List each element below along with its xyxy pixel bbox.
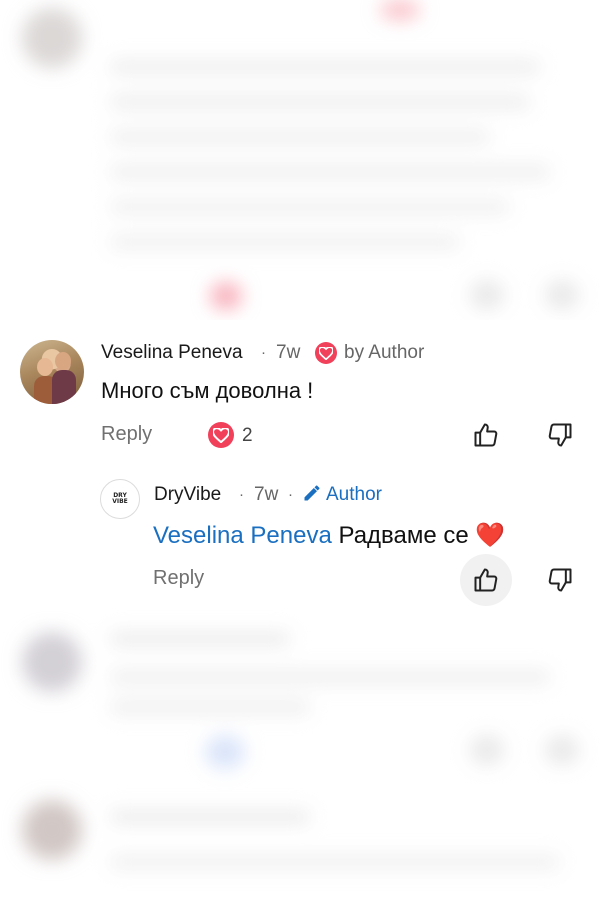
thumbs-up-icon[interactable]: [468, 562, 504, 598]
comment-author[interactable]: Veselina Peneva: [101, 342, 243, 364]
comment-item: Veselina Peneva · 7w by Author Много съм…: [0, 320, 600, 470]
loved-by-author-label: by Author: [344, 342, 425, 363]
reply-button[interactable]: Reply: [101, 423, 152, 446]
comment-timestamp: 7w: [254, 484, 279, 505]
reaction-count: 2: [242, 425, 253, 446]
heart-icon: [315, 342, 337, 364]
blurred-comment-bottom: [0, 610, 600, 900]
thumbs-down-icon[interactable]: [542, 417, 578, 453]
mention-link[interactable]: Veselina Peneva: [153, 522, 332, 549]
reply-item: DRY VIBE DryVibe · 7w · Author Veselina …: [0, 470, 600, 610]
thumbs-up-icon[interactable]: [468, 417, 504, 453]
comment-timestamp: 7w: [276, 342, 301, 363]
comment-text: Много съм доволна !: [101, 378, 314, 403]
reply-text: Радваме се: [338, 522, 469, 549]
reply-button[interactable]: Reply: [153, 567, 204, 590]
blurred-comment-top: [0, 0, 600, 320]
avatar[interactable]: [20, 340, 84, 404]
heart-reaction-icon[interactable]: [208, 422, 234, 448]
pencil-icon: [298, 478, 326, 508]
comment-text: Veselina Peneva Радваме се ❤️: [153, 521, 505, 550]
meta-separator: ·: [261, 344, 266, 361]
avatar[interactable]: DRY VIBE: [100, 479, 140, 519]
author-badge: Author: [326, 484, 382, 505]
heart-emoji: ❤️: [475, 522, 506, 549]
meta-separator: ·: [239, 486, 244, 503]
comment-author[interactable]: DryVibe: [154, 484, 221, 506]
meta-separator: ·: [288, 486, 293, 503]
avatar-logo-text: DRY VIBE: [112, 492, 128, 505]
thumbs-down-icon[interactable]: [542, 562, 578, 598]
